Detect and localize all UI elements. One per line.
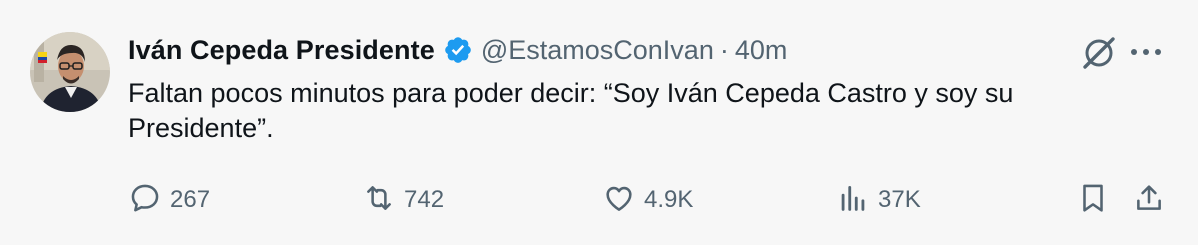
tweet-text: Faltan pocos minutos para poder decir: “…	[128, 78, 1014, 143]
separator-dot: ·	[719, 34, 729, 65]
timestamp[interactable]: 40m	[735, 35, 788, 66]
views-icon	[836, 181, 870, 220]
views-count: 37K	[878, 186, 921, 213]
share-icon	[1132, 181, 1166, 220]
like-button[interactable]: 4.9K	[602, 176, 693, 224]
repost-icon	[362, 181, 396, 220]
reply-count: 267	[170, 186, 211, 213]
action-bar: 267 742 4.9K 37K	[0, 176, 1198, 224]
verified-badge-icon	[443, 35, 473, 65]
repost-count: 742	[404, 186, 445, 213]
author-handle[interactable]: @EstamosConIvan	[481, 35, 714, 66]
avatar[interactable]	[30, 32, 110, 112]
author-name[interactable]: Iván Cepeda Presidente	[128, 35, 435, 66]
reply-icon	[128, 181, 162, 220]
bookmark-button[interactable]	[1076, 176, 1110, 224]
views-button[interactable]: 37K	[836, 176, 921, 224]
bookmark-icon	[1076, 181, 1110, 220]
tweet-header: Iván Cepeda Presidente @EstamosConIvan ·…	[128, 30, 787, 70]
more-icon[interactable]	[1126, 38, 1166, 66]
repost-button[interactable]: 742	[362, 176, 444, 224]
like-icon	[602, 181, 636, 220]
reply-button[interactable]: 267	[128, 176, 210, 224]
share-button[interactable]	[1132, 176, 1166, 224]
like-count: 4.9K	[644, 186, 694, 213]
grok-icon[interactable]	[1080, 34, 1118, 72]
